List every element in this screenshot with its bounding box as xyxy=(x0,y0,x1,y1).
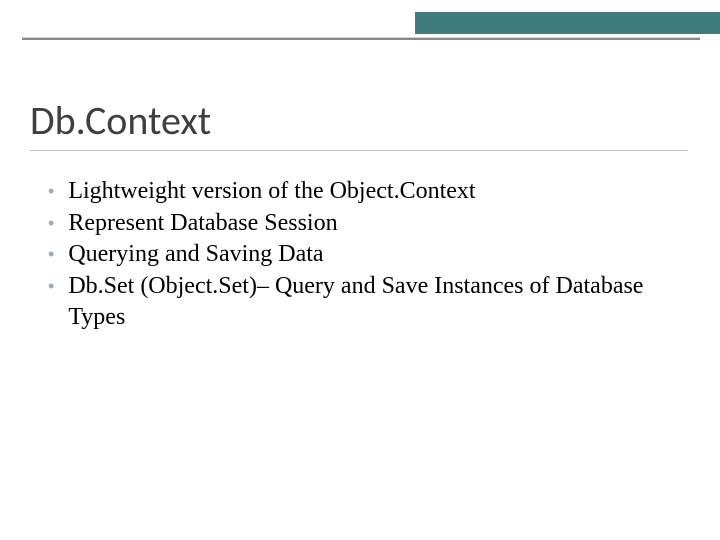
bullet-text: Db.Set (Object.Set)– Query and Save Inst… xyxy=(68,271,672,332)
accent-bar xyxy=(415,12,720,34)
bullet-text: Represent Database Session xyxy=(68,208,672,239)
list-item: • Represent Database Session xyxy=(48,208,672,239)
bullet-icon: • xyxy=(48,239,54,269)
bullet-icon: • xyxy=(48,208,54,238)
top-divider-dark xyxy=(22,38,700,40)
slide: Db.Context • Lightweight version of the … xyxy=(0,0,720,540)
list-item: • Querying and Saving Data xyxy=(48,239,672,270)
bullet-text: Querying and Saving Data xyxy=(68,239,672,270)
bullet-text: Lightweight version of the Object.Contex… xyxy=(68,176,672,207)
title-underline xyxy=(30,150,688,151)
bullet-icon: • xyxy=(48,176,54,206)
slide-title: Db.Context xyxy=(30,96,680,145)
bullet-list: • Lightweight version of the Object.Cont… xyxy=(48,176,672,334)
list-item: • Db.Set (Object.Set)– Query and Save In… xyxy=(48,271,672,332)
bullet-icon: • xyxy=(48,271,54,301)
list-item: • Lightweight version of the Object.Cont… xyxy=(48,176,672,207)
